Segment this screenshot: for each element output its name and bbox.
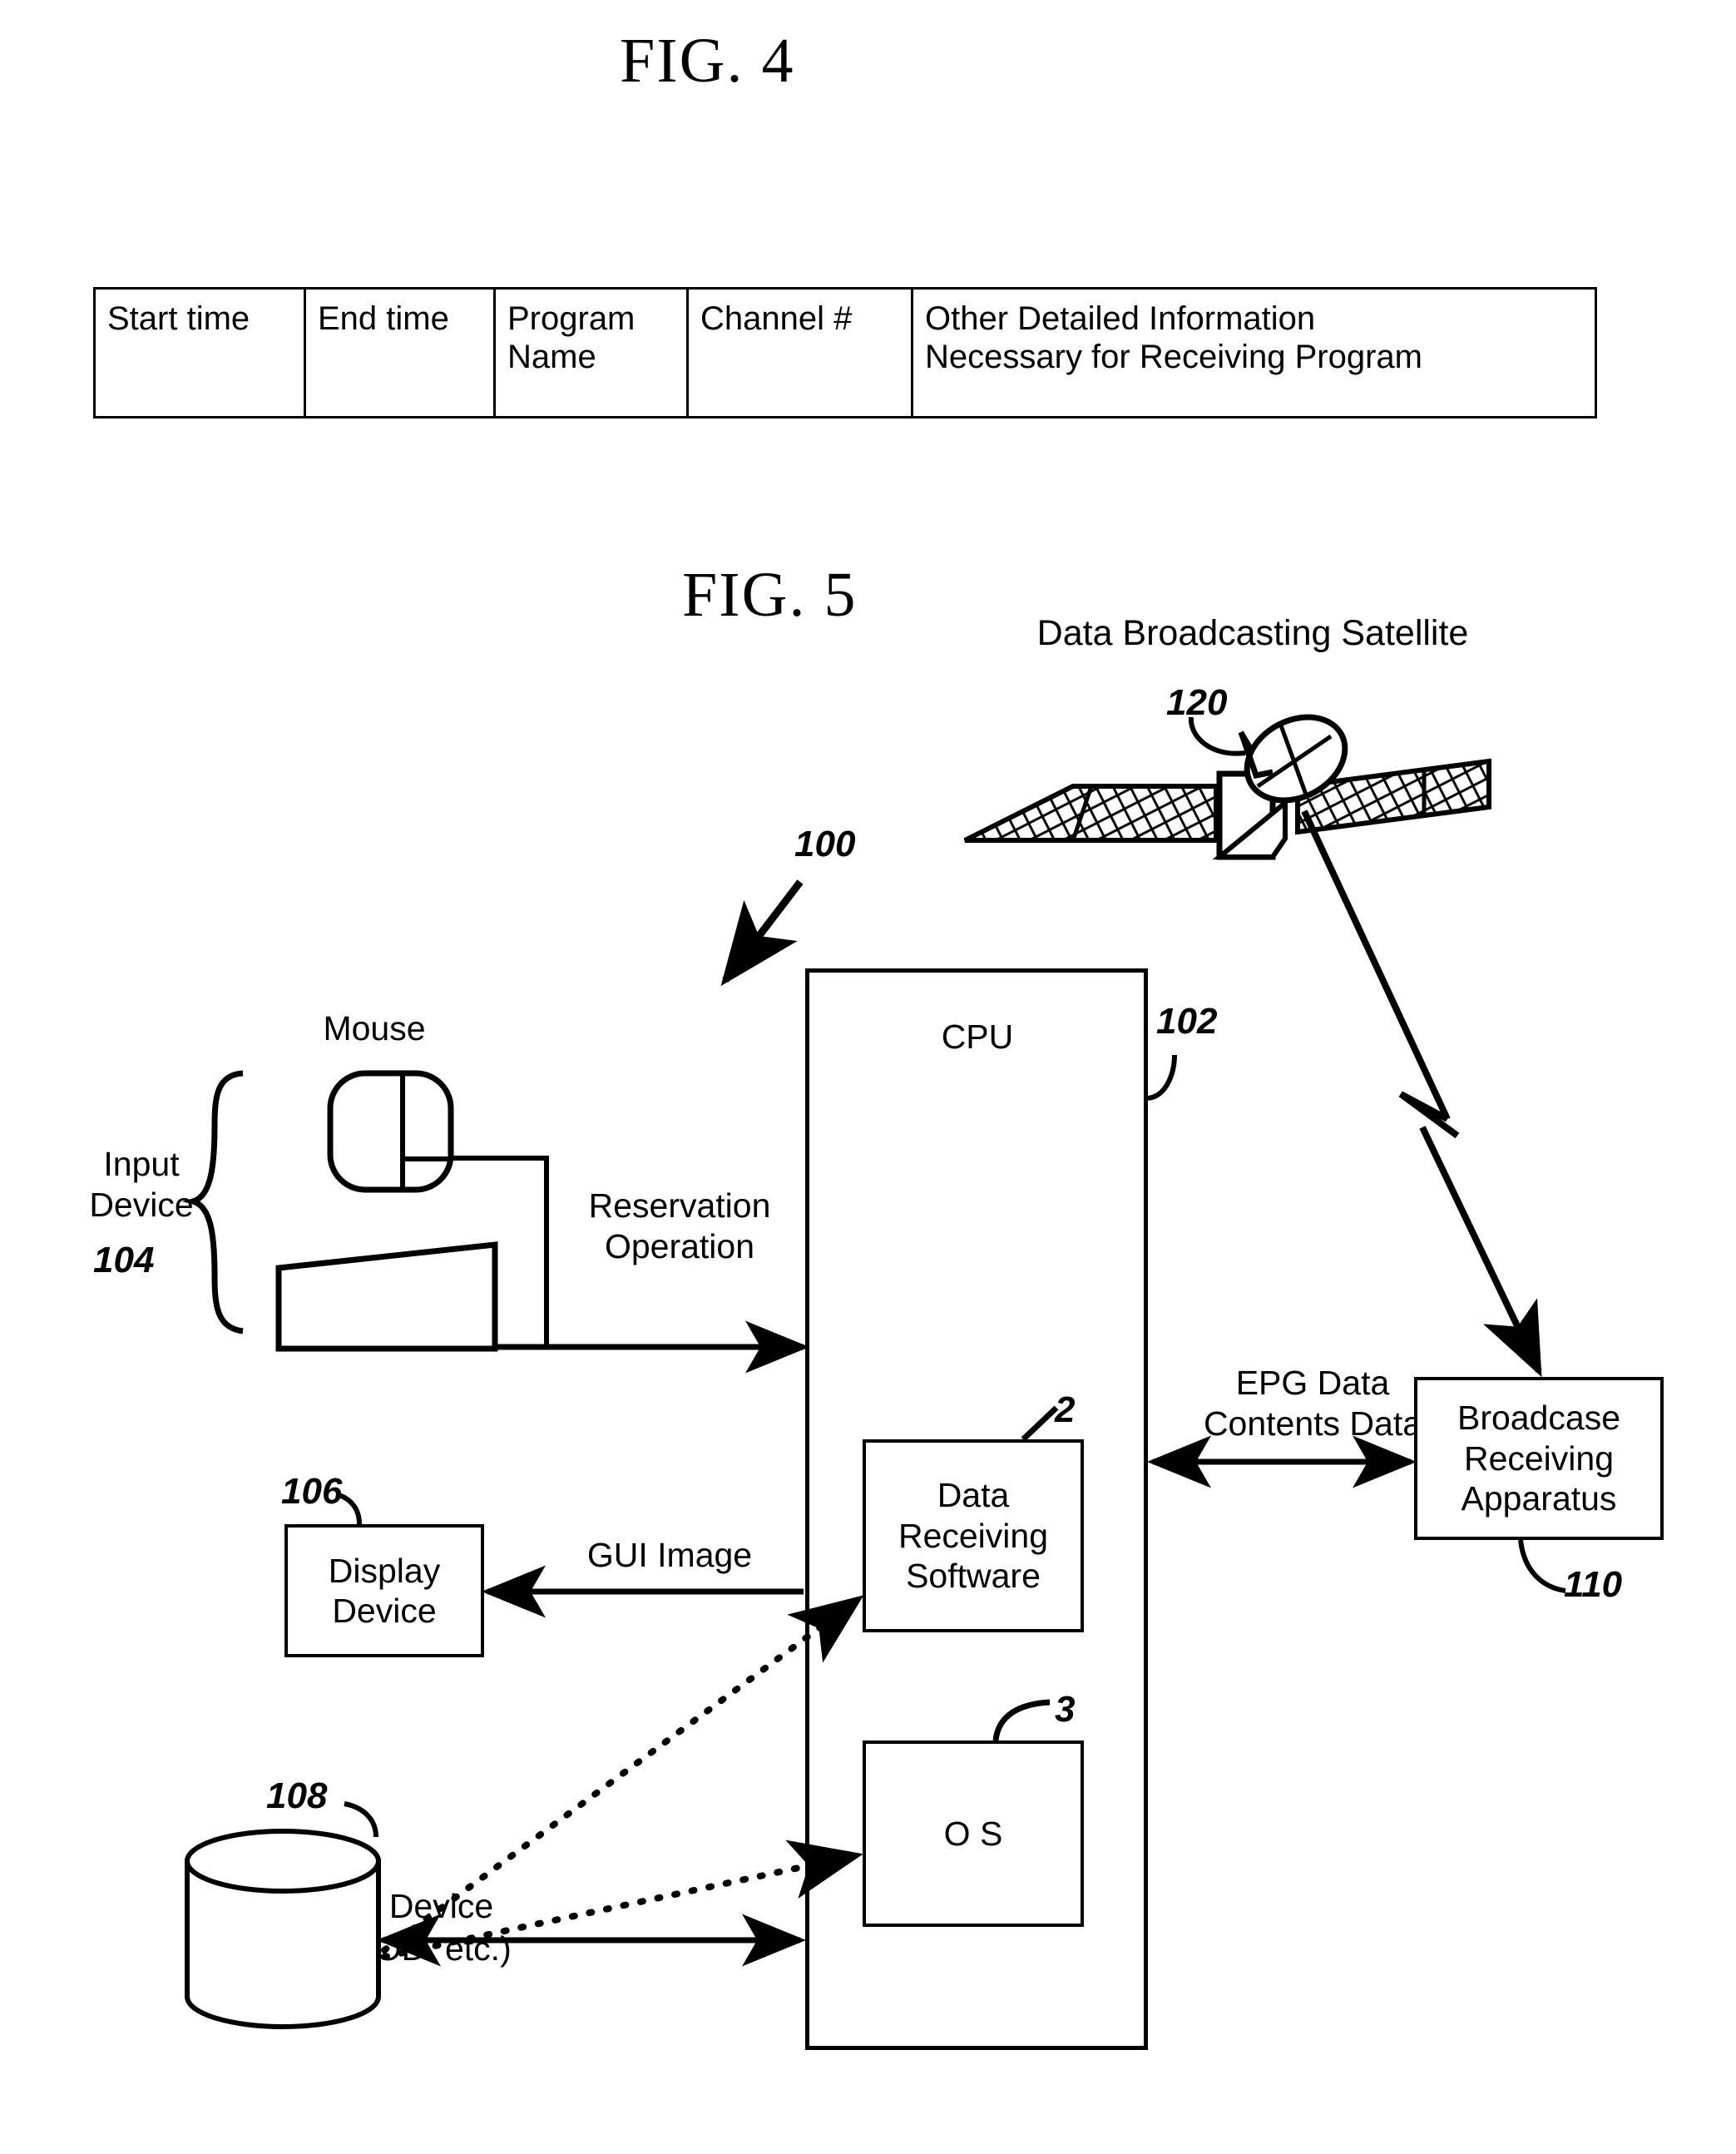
broadcast-receiving-apparatus-label: Broadcase Receiving Apparatus — [1457, 1399, 1620, 1518]
display-device-label: Display Device — [328, 1551, 441, 1630]
fig4-title: FIG. 4 — [620, 26, 795, 96]
satellite-ref-120: 120 — [1166, 682, 1228, 723]
data-receiving-software-block: Data Receiving Software — [863, 1439, 1084, 1632]
table-header-channel-number: Channel # — [686, 287, 913, 418]
reservation-operation-label: Reservation Operation — [588, 1186, 771, 1266]
os-label: O S — [943, 1814, 1003, 1853]
storage-device-ref-108: 108 — [266, 1775, 328, 1816]
broadcast-receiving-apparatus-block: Broadcase Receiving Apparatus — [1414, 1377, 1664, 1540]
input-device-ref-104: 104 — [93, 1240, 155, 1280]
storage-device-label: Storage Device (HDD. MOD. etc.) — [242, 1887, 512, 1968]
display-device-ref-106: 106 — [281, 1471, 343, 1512]
data-receiving-software-label: Data Receiving Software — [898, 1476, 1049, 1596]
satellite-icon — [963, 714, 1491, 860]
system-ref-100: 100 — [794, 824, 856, 864]
table-row: Start time End time Program Name Channel… — [93, 287, 1597, 418]
system-pointer-arrow — [720, 879, 804, 987]
display-device-block: Display Device — [284, 1524, 484, 1657]
table-header-program-name: Program Name — [493, 287, 689, 418]
satellite-downlink-arrow — [1301, 810, 1542, 1378]
mouse-label: Mouse — [323, 1009, 426, 1047]
cpu-label: CPU — [941, 1018, 1014, 1056]
table-header-end-time: End time — [304, 287, 496, 418]
cpu-ref-102: 102 — [1156, 1001, 1218, 1042]
table-header-other-info: Other Detailed Information Necessary for… — [911, 287, 1597, 418]
keyboard-label: Keyboard — [311, 1287, 454, 1324]
os-block: O S — [863, 1741, 1084, 1927]
fig5-title: FIG. 5 — [682, 560, 858, 630]
table-header-start-time: Start time — [93, 287, 306, 418]
input-device-label: Input Device — [89, 1145, 194, 1225]
data-receiving-software-ref-2: 2 — [1055, 1389, 1076, 1430]
os-ref-3: 3 — [1055, 1689, 1076, 1730]
mouse-icon — [327, 1070, 454, 1193]
broadcast-receiving-apparatus-ref-110: 110 — [1564, 1564, 1623, 1605]
gui-image-label: GUI Image — [586, 1536, 753, 1574]
epg-record-table: Start time End time Program Name Channel… — [93, 287, 1597, 418]
satellite-label: Data Broadcasting Satellite — [1036, 613, 1469, 653]
